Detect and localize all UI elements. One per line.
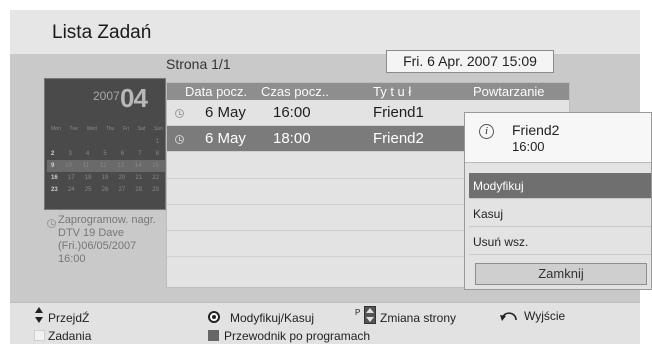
column-start-time: Czas pocz.. bbox=[261, 84, 329, 99]
current-datetime: Fri. 6 Apr. 2007 15:09 bbox=[386, 50, 554, 73]
row-date: 6 May bbox=[205, 130, 246, 147]
calendar-day: 27 bbox=[118, 187, 126, 193]
calendar-day: 3 bbox=[68, 151, 72, 157]
popup-header: i Friend2 16:00 bbox=[465, 113, 651, 163]
calendar-day: 13 bbox=[117, 163, 124, 169]
calendar-weekday: Wed bbox=[86, 126, 97, 132]
calendar-year: 2007 bbox=[93, 89, 120, 103]
calendar-month: 04 bbox=[120, 83, 148, 113]
calendar-day: 2 bbox=[51, 151, 55, 157]
calendar-day: 6 bbox=[120, 151, 125, 157]
calendar-day: 8 bbox=[155, 151, 159, 157]
window-title: Lista Zadań bbox=[52, 22, 152, 43]
row-time: 18:00 bbox=[273, 130, 311, 147]
calendar-day: 12 bbox=[99, 163, 107, 169]
page-indicator: Strona 1/1 bbox=[166, 56, 231, 72]
info-icon: i bbox=[479, 124, 494, 139]
calendar-day: 22 bbox=[152, 175, 159, 181]
calendar-day: 24 bbox=[67, 187, 75, 193]
modify-option[interactable]: Modyfikuj bbox=[469, 173, 651, 199]
up-down-arrows-icon bbox=[34, 307, 44, 325]
calendar-weekday: Sat bbox=[137, 126, 146, 132]
calendar-week-row: 9 10 11 12 13 14 15 bbox=[47, 160, 165, 172]
calendar-day: 17 bbox=[67, 175, 75, 181]
calendar-day: 1 bbox=[155, 139, 159, 145]
calendar-day: 18 bbox=[84, 175, 92, 181]
calendar-day: 23 bbox=[51, 187, 58, 193]
calendar-day: 10 bbox=[65, 163, 72, 169]
calendar-day: 5 bbox=[103, 151, 107, 157]
row-title: Friend2 bbox=[373, 130, 424, 147]
close-button[interactable]: Zamknij bbox=[475, 263, 647, 285]
record-clock-icon bbox=[175, 135, 184, 144]
scheduled-recording-info: Zaprogramow. nagr. DTV 19 Dave (Fri.)06/… bbox=[58, 214, 166, 266]
calendar-week-row: 23 24 25 26 27 28 29 bbox=[47, 184, 165, 196]
calendar-day: 25 bbox=[84, 187, 92, 193]
calendar-week-row: 1 bbox=[47, 136, 165, 148]
record-clock-icon bbox=[175, 109, 184, 118]
calendar-weekday: Mon bbox=[51, 126, 61, 132]
list-header: Data pocz. Czas pocz.. Ty t u ł Powtarza… bbox=[167, 83, 569, 100]
column-start-date: Data pocz. bbox=[185, 84, 248, 99]
calendar-weekday: Fri bbox=[123, 126, 129, 132]
navigate-hint: PrzejdŹ bbox=[48, 311, 90, 325]
calendar-day: 9 bbox=[51, 163, 55, 169]
scheduled-info-line: (Fri.)06/05/2007 bbox=[58, 240, 137, 252]
calendar-day: 4 bbox=[85, 151, 90, 157]
calendar-day: 28 bbox=[135, 187, 143, 193]
exit-hint: Wyjście bbox=[524, 309, 566, 323]
calendar-week-row: 2 3 4 5 6 7 8 bbox=[47, 148, 165, 160]
calendar-day: 29 bbox=[152, 187, 159, 193]
back-return-icon bbox=[500, 312, 517, 321]
calendar-day: 21 bbox=[135, 175, 143, 181]
row-title: Friend1 bbox=[373, 104, 424, 121]
tasks-hint: Zadania bbox=[48, 329, 92, 343]
popup-program-time: 16:00 bbox=[512, 139, 545, 154]
calendar-day: 14 bbox=[134, 163, 142, 169]
scheduled-info-line: DTV 19 Dave bbox=[58, 227, 125, 239]
guide-key-icon bbox=[208, 330, 219, 341]
page-key-label: P bbox=[355, 308, 361, 317]
row-date: 6 May bbox=[205, 104, 246, 121]
calendar-day: 15 bbox=[152, 163, 159, 169]
options-popup: i Friend2 16:00 Modyfikuj Kasuj Usuń wsz… bbox=[464, 112, 652, 290]
column-title: Ty t u ł bbox=[373, 84, 412, 99]
calendar-week-row: 16 17 18 19 20 21 22 bbox=[47, 172, 165, 184]
page-up-down-icon bbox=[364, 306, 376, 324]
tasks-key-icon bbox=[34, 330, 45, 341]
calendar-weekday: Tue bbox=[69, 126, 78, 132]
calendar-weekday: Thu bbox=[105, 126, 115, 132]
delete-all-option[interactable]: Usuń wsz. bbox=[469, 229, 651, 255]
ok-button-icon bbox=[208, 311, 220, 323]
record-clock-icon bbox=[47, 219, 56, 228]
page-change-hint: Zmiana strony bbox=[380, 311, 457, 325]
column-repeat: Powtarzanie bbox=[473, 84, 545, 99]
title-bar: Lista Zadań bbox=[10, 10, 640, 54]
calendar-weekday: Sun bbox=[154, 126, 163, 132]
delete-option[interactable]: Kasuj bbox=[469, 201, 651, 227]
row-time: 16:00 bbox=[273, 104, 311, 121]
calendar-day: 26 bbox=[101, 187, 109, 193]
popup-program-name: Friend2 bbox=[512, 122, 560, 138]
calendar-day: 20 bbox=[118, 175, 126, 181]
scheduled-info-line: 16:00 bbox=[58, 253, 86, 265]
scheduled-info-line: Zaprogramow. nagr. bbox=[58, 214, 156, 226]
calendar-day: 7 bbox=[138, 151, 142, 157]
guide-hint: Przewodnik po programach bbox=[224, 329, 371, 343]
calendar-day: 19 bbox=[101, 175, 109, 181]
footer-help-bar: PrzejdŹ Modyfikuj/Kasuj P Zmiana strony … bbox=[10, 302, 640, 344]
calendar: 2007 04 Mon Tue Wed Thu Fri Sat Sun 1234… bbox=[44, 78, 166, 210]
calendar-day: 11 bbox=[82, 163, 89, 169]
modify-delete-hint: Modyfikuj/Kasuj bbox=[230, 311, 315, 325]
calendar-day: 16 bbox=[51, 175, 58, 181]
calendar-weekdays: Mon Tue Wed Thu Fri Sat Sun bbox=[51, 126, 163, 132]
